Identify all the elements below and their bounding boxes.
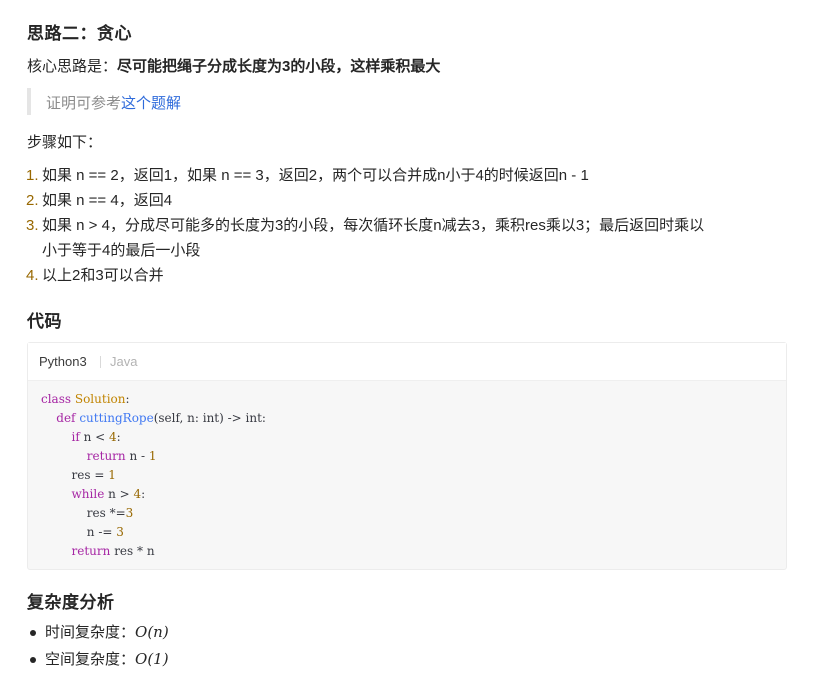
complexity-value: O(1) bbox=[135, 650, 169, 668]
step-item: 2. 如果 n == 4，返回4 bbox=[26, 188, 704, 213]
code-text: n - bbox=[125, 449, 149, 463]
core-idea-label: 核心思路是： bbox=[27, 58, 118, 75]
code-text: n > bbox=[104, 487, 134, 501]
code-content: class Solution: def cuttingRope(self, n:… bbox=[41, 390, 266, 561]
code-keyword: if bbox=[71, 430, 80, 444]
step-number: 3. bbox=[26, 217, 39, 234]
complexity-label: 空间复杂度： bbox=[45, 651, 136, 668]
code-text: n < bbox=[79, 430, 110, 444]
code-text: (self, n: int) -> int: bbox=[153, 411, 266, 425]
bullet-icon bbox=[30, 657, 36, 663]
code-number: 4 bbox=[109, 430, 117, 444]
step-text-cont: 小于等于4的最后一小段 bbox=[42, 242, 201, 259]
step-item: 3. 如果 n > 4，分成尽可能多的长度为3的小段，每次循环长度n减去3，乘积r… bbox=[26, 213, 705, 263]
step-number: 2. bbox=[26, 192, 39, 209]
quote-text: 证明可参考这个题解 bbox=[46, 92, 181, 113]
complexity-list: 时间复杂度：O(n) 空间复杂度：O(1) bbox=[30, 619, 169, 673]
section-heading-complexity: 复杂度分析 bbox=[27, 593, 115, 612]
code-function-name: cuttingRope bbox=[79, 411, 154, 425]
steps-intro: 步骤如下： bbox=[27, 134, 103, 151]
tab-divider bbox=[100, 356, 101, 368]
core-idea-text: 尽可能把绳子分成长度为3的小段，这样乘积最大 bbox=[117, 58, 441, 75]
blockquote: 证明可参考这个题解 bbox=[27, 88, 331, 115]
step-text: 如果 n > 4，分成尽可能多的长度为3的小段，每次循环长度n减去3，乘积res… bbox=[42, 217, 705, 234]
code-text: n -= bbox=[86, 525, 117, 539]
code-number: 1 bbox=[148, 449, 157, 463]
code-text: : bbox=[141, 487, 146, 501]
code-text: res = bbox=[71, 468, 109, 482]
code-keyword: def bbox=[56, 411, 76, 425]
tab-java[interactable]: Java bbox=[110, 354, 137, 369]
code-tabs: Python3 Java bbox=[28, 343, 786, 381]
core-idea: 核心思路是：尽可能把绳子分成长度为3的小段，这样乘积最大 bbox=[27, 57, 440, 77]
code-class-name: Solution bbox=[74, 392, 126, 406]
step-number: 1. bbox=[26, 167, 39, 184]
step-item: 4. 以上2和3可以合并 bbox=[26, 263, 704, 288]
step-text: 如果 n == 2，返回1，如果 n == 3，返回2，两个可以合并成n小于4的… bbox=[42, 167, 589, 184]
code-number: 3 bbox=[125, 506, 134, 520]
step-number: 4. bbox=[26, 267, 39, 284]
step-text: 如果 n == 4，返回4 bbox=[42, 192, 173, 209]
code-text: : bbox=[125, 392, 130, 406]
complexity-time: 时间复杂度：O(n) bbox=[30, 619, 169, 646]
code-keyword: return bbox=[86, 449, 126, 463]
code-keyword: return bbox=[71, 544, 111, 558]
steps-list: 1. 如果 n == 2，返回1，如果 n == 3，返回2，两个可以合并成n小于… bbox=[26, 163, 705, 288]
complexity-space: 空间复杂度：O(1) bbox=[30, 646, 169, 673]
solution-link[interactable]: 这个题解 bbox=[121, 95, 181, 112]
code-keyword: class bbox=[41, 392, 72, 406]
code-keyword: while bbox=[71, 487, 105, 501]
section-heading-greedy: 思路二：贪心 bbox=[27, 24, 132, 43]
code-text: : bbox=[116, 430, 121, 444]
code-text: res *= bbox=[86, 506, 126, 520]
code-text: res * n bbox=[110, 544, 155, 558]
complexity-value: O(n) bbox=[135, 623, 169, 641]
quote-label: 证明可参考 bbox=[46, 95, 122, 112]
step-item: 1. 如果 n == 2，返回1，如果 n == 3，返回2，两个可以合并成n小于… bbox=[26, 163, 704, 188]
section-heading-code: 代码 bbox=[27, 312, 62, 331]
tab-python3[interactable]: Python3 bbox=[39, 354, 87, 369]
complexity-label: 时间复杂度： bbox=[45, 624, 136, 641]
code-number: 3 bbox=[116, 525, 124, 539]
article: 思路二：贪心 核心思路是：尽可能把绳子分成长度为3的小段，这样乘积最大 证明可参… bbox=[0, 0, 815, 672]
bullet-icon bbox=[30, 630, 36, 636]
step-text: 以上2和3可以合并 bbox=[42, 267, 164, 284]
code-number: 1 bbox=[108, 468, 116, 482]
code-block: Python3 Java class Solution: def cutting… bbox=[27, 342, 787, 570]
